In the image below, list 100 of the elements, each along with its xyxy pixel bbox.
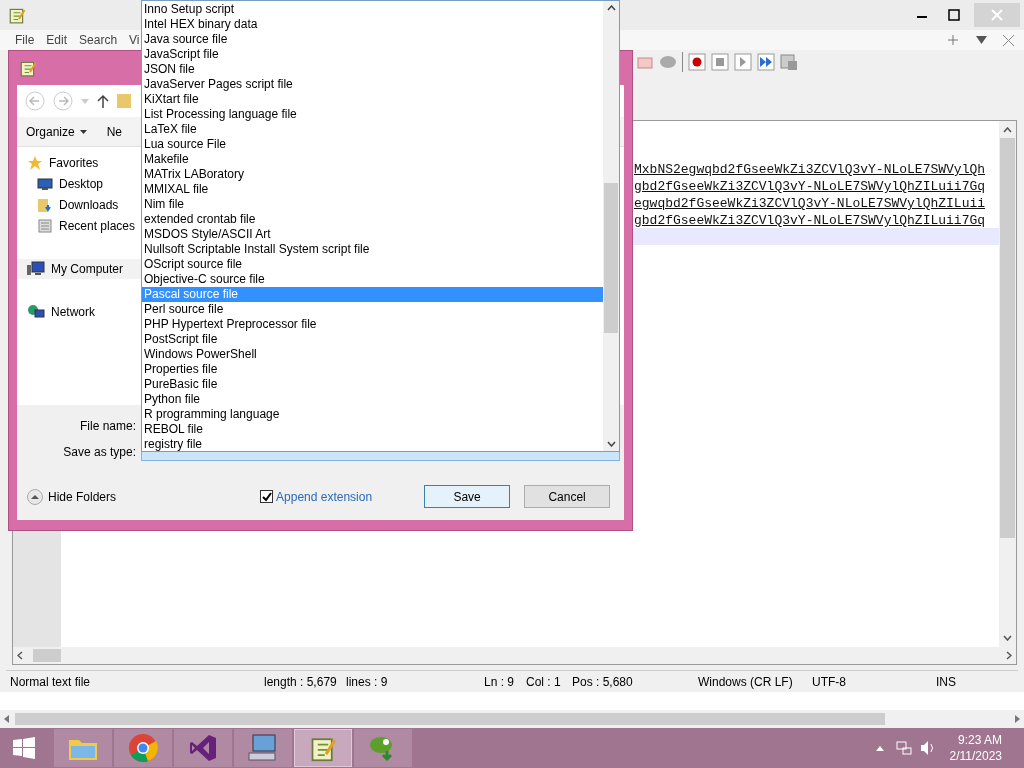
plus-icon[interactable] <box>948 35 958 45</box>
caret-icon[interactable] <box>81 98 89 104</box>
checkmark-icon <box>261 491 272 502</box>
list-option[interactable]: MSDOS Style/ASCII Art <box>142 227 603 242</box>
list-option[interactable]: KiXtart file <box>142 92 603 107</box>
network-icon[interactable] <box>895 740 912 756</box>
down-triangle-icon[interactable] <box>976 35 987 45</box>
list-option[interactable]: Lua source File <box>142 137 603 152</box>
new-folder-button[interactable]: Ne <box>106 122 123 141</box>
list-option[interactable]: JavaServer Pages script file <box>142 77 603 92</box>
status-text: Col : 1 <box>526 673 562 691</box>
list-option[interactable]: Objective-C source file <box>142 272 603 287</box>
taskbar-app-button[interactable] <box>234 729 292 767</box>
stop-icon[interactable] <box>711 53 729 71</box>
organize-button[interactable]: Organize <box>26 122 87 141</box>
list-option[interactable]: PureBasic file <box>142 377 603 392</box>
list-option[interactable]: Windows PowerShell <box>142 347 603 362</box>
close-icon[interactable] <box>1003 34 1014 46</box>
document-grid-icon[interactable] <box>780 53 798 71</box>
taskbar-app-button[interactable] <box>294 729 352 767</box>
status-text: Pos : 5,680 <box>572 673 634 691</box>
right-arrow-icon[interactable] <box>1015 715 1020 723</box>
folder-icon <box>117 93 131 109</box>
cancel-button[interactable]: Cancel <box>524 485 611 508</box>
code-line: MxbNS2egwqbd2fGseeWkZi3ZCVlQ3vY-NLoLE7SWVylQh <box>634 162 986 177</box>
menu-item[interactable]: Search <box>79 31 118 49</box>
maximize-icon[interactable] <box>948 9 960 21</box>
list-option[interactable]: Nim file <box>142 197 603 212</box>
list-option[interactable]: Intel HEX binary data <box>142 17 603 32</box>
notepad-icon <box>19 59 37 77</box>
list-option[interactable]: OScript source file <box>142 257 603 272</box>
list-option[interactable]: Makefile <box>142 152 603 167</box>
menu-item[interactable]: Vi <box>129 31 140 49</box>
code-line: gbd2fGseeWkZi3ZCVlQ3vY-NLoLE7SWVylQhZILuii7Gq <box>634 179 986 194</box>
list-option[interactable]: PHP Hypertext Preprocessor file <box>142 317 603 332</box>
up-arrow-icon[interactable] <box>97 94 109 108</box>
up-caret-icon[interactable] <box>875 745 884 751</box>
field-label: Save as type: <box>62 444 136 461</box>
append-extension-checkbox[interactable]: Append extension <box>260 487 373 506</box>
notepad-icon <box>8 6 26 24</box>
speech-bubble-icon[interactable] <box>659 53 677 71</box>
taskbar-app-button[interactable] <box>54 729 112 767</box>
star-icon <box>27 155 43 171</box>
hide-folders-button[interactable]: Hide Folders <box>27 487 117 506</box>
infinity-logo-icon <box>188 733 218 763</box>
taskbar-app-button[interactable] <box>174 729 232 767</box>
scrollbar-thumb[interactable] <box>33 649 61 662</box>
list-option[interactable]: extended crontab file <box>142 212 603 227</box>
field-label: File name: <box>78 418 136 435</box>
list-option[interactable]: LaTeX file <box>142 122 603 137</box>
left-arrow-icon[interactable] <box>4 715 9 723</box>
download-folder-icon <box>37 197 53 213</box>
list-option[interactable]: JavaScript file <box>142 47 603 62</box>
menu-item[interactable]: File <box>15 31 35 49</box>
scrollbar-thumb[interactable] <box>604 183 618 333</box>
scrollbar-thumb[interactable] <box>1000 138 1015 538</box>
nav-item[interactable]: Downloads <box>17 197 141 213</box>
browser-icon <box>128 733 158 763</box>
status-text: INS <box>936 673 956 691</box>
taskbar-app-button[interactable] <box>114 729 172 767</box>
close-icon <box>991 9 1003 21</box>
list-option[interactable]: registry file <box>142 437 603 452</box>
status-text: length : 5,679 <box>264 673 338 691</box>
status-text: Normal text file <box>9 673 92 691</box>
list-option[interactable]: Perl source file <box>142 302 603 317</box>
scrollbar-thumb[interactable] <box>15 713 885 725</box>
computer-keyboard-icon <box>247 733 279 763</box>
network-icon <box>27 304 45 320</box>
list-option[interactable]: JSON file <box>142 62 603 77</box>
nav-item[interactable]: Favorites <box>17 155 141 171</box>
vertical-scrollbar[interactable] <box>603 1 619 451</box>
list-option[interactable]: Properties file <box>142 362 603 377</box>
play-icon[interactable] <box>734 53 752 71</box>
code-line: egwqbd2fGseeWkZi3ZCVlQ3vY-NLoLE7SWVylQhZILuii <box>634 196 986 211</box>
list-option[interactable]: PostScript file <box>142 332 603 347</box>
list-option[interactable]: REBOL file <box>142 422 603 437</box>
list-option[interactable]: MMIXAL file <box>142 182 603 197</box>
nav-item[interactable]: Recent places <box>17 218 141 234</box>
clock-time[interactable]: 9:23 AM <box>957 732 1002 748</box>
fast-forward-icon[interactable] <box>757 53 775 71</box>
nav-item[interactable]: Desktop <box>17 176 141 192</box>
list-option[interactable]: Java source file <box>142 32 603 47</box>
list-option[interactable]: Python file <box>142 392 603 407</box>
record-icon[interactable] <box>688 53 706 71</box>
clock-date[interactable]: 2/11/2023 <box>949 748 1002 764</box>
list-option[interactable]: Nullsoft Scriptable Install System script file <box>142 242 603 257</box>
list-option[interactable]: Inno Setup script <box>142 2 603 17</box>
nav-item[interactable]: My Computer <box>17 259 141 279</box>
list-option[interactable]: MATrix LABoratory <box>142 167 603 182</box>
up-chevron-icon <box>27 488 43 505</box>
status-text: lines : 9 <box>346 673 389 691</box>
list-option[interactable]: R programming language <box>142 407 603 422</box>
status-text: Ln : 9 <box>484 673 516 691</box>
nav-item[interactable]: Network <box>17 304 141 320</box>
list-option[interactable]: List Processing language file <box>142 107 603 122</box>
computer-icon <box>27 261 45 277</box>
menu-item[interactable]: Edit <box>46 31 68 49</box>
save-button[interactable]: Save <box>424 485 511 508</box>
recent-places-icon <box>37 218 53 234</box>
speaker-icon[interactable] <box>919 740 936 756</box>
